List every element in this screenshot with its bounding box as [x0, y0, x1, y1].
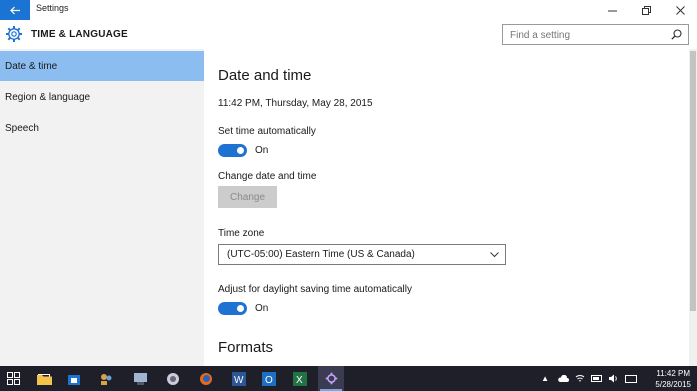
search-icon[interactable] [671, 29, 682, 40]
sidebar-item-label: Date & time [5, 60, 58, 72]
network-icon [133, 372, 147, 385]
battery-icon[interactable] [591, 375, 603, 382]
svg-text:W: W [234, 375, 244, 386]
file-explorer-button[interactable] [31, 366, 57, 391]
svg-text:O: O [265, 375, 273, 386]
back-arrow-icon [9, 6, 20, 14]
search-input[interactable] [503, 26, 663, 45]
store-icon [68, 374, 80, 385]
close-button[interactable] [663, 0, 697, 20]
settings-taskbar-button[interactable] [318, 366, 344, 391]
excel-button[interactable]: X [287, 366, 313, 391]
title-bar: Settings [0, 0, 697, 20]
page-title: Date and time [218, 67, 312, 84]
system-tray: ▲ [541, 366, 637, 391]
set-time-auto-label: Set time automatically [218, 126, 316, 137]
network-app-button[interactable] [127, 366, 153, 391]
sidebar-item-date-time[interactable]: Date & time [0, 51, 204, 81]
search-box[interactable] [502, 24, 689, 45]
main-content: Date and time 11:42 PM, Thursday, May 28… [204, 49, 689, 366]
toggle-knob [237, 147, 244, 154]
sidebar: Date & time Region & language Speech [0, 49, 204, 366]
people-app-button[interactable] [93, 366, 119, 391]
set-time-auto-toggle[interactable] [218, 144, 247, 157]
sidebar-item-label: Region & language [5, 91, 91, 103]
time-zone-label: Time zone [218, 228, 265, 239]
change-datetime-label: Change date and time [218, 171, 317, 182]
minimize-button[interactable] [595, 0, 629, 20]
daylight-state: On [255, 303, 269, 314]
people-icon [101, 373, 112, 385]
back-button[interactable] [0, 0, 30, 20]
store-button[interactable] [61, 366, 87, 391]
app-launcher-button[interactable] [160, 366, 186, 391]
word-button[interactable]: W [226, 366, 252, 391]
set-time-auto-state: On [255, 145, 269, 156]
scrollbar[interactable] [689, 49, 697, 366]
gear-icon [325, 372, 337, 385]
excel-icon: X [293, 371, 307, 386]
firefox-button[interactable] [193, 366, 219, 391]
restore-button[interactable] [629, 0, 663, 20]
keyboard-icon[interactable] [625, 374, 637, 383]
gear-icon [6, 26, 22, 42]
formats-heading: Formats [218, 339, 274, 356]
network-status-icon[interactable] [575, 374, 585, 384]
scrollbar-thumb[interactable] [690, 51, 696, 311]
globe-icon [167, 372, 179, 385]
chevron-up-icon[interactable]: ▲ [541, 374, 549, 383]
start-button[interactable] [0, 366, 26, 391]
minimize-icon [607, 10, 617, 11]
daylight-label: Adjust for daylight saving time automati… [218, 284, 412, 295]
daylight-toggle[interactable] [218, 302, 247, 315]
folder-icon [36, 374, 52, 385]
sidebar-item-region-language[interactable]: Region & language [0, 82, 204, 112]
time-zone-select[interactable]: (UTC-05:00) Eastern Time (US & Canada) [218, 244, 506, 265]
windows-logo-icon [6, 372, 20, 385]
chevron-down-icon [490, 252, 499, 258]
change-button[interactable]: Change [218, 186, 277, 208]
close-icon [675, 5, 685, 15]
app-title: Settings [36, 3, 69, 13]
sidebar-item-label: Speech [5, 122, 39, 134]
section-title: TIME & LANGUAGE [31, 29, 128, 40]
firefox-icon [200, 372, 212, 385]
taskbar-clock[interactable]: 11:42 PM 5/28/2015 [655, 368, 691, 390]
volume-icon[interactable] [609, 374, 619, 383]
clock-date: 5/28/2015 [655, 380, 691, 389]
word-icon: W [232, 371, 246, 386]
current-datetime: 11:42 PM, Thursday, May 28, 2015 [218, 98, 373, 109]
svg-text:X: X [296, 375, 303, 386]
restore-icon [641, 5, 651, 15]
sidebar-item-speech[interactable]: Speech [0, 113, 204, 143]
cloud-icon[interactable] [557, 374, 569, 383]
outlook-icon: O [262, 371, 276, 386]
taskbar: W O X ▲ 11:42 PM 5/28/2015 [0, 366, 697, 391]
outlook-button[interactable]: O [256, 366, 282, 391]
time-zone-value: (UTC-05:00) Eastern Time (US & Canada) [227, 249, 415, 260]
toggle-knob [237, 305, 244, 312]
clock-time: 11:42 PM [656, 369, 691, 378]
